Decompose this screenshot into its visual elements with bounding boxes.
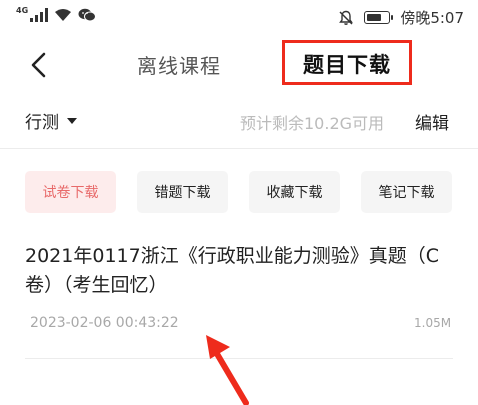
wechat-icon <box>78 8 97 22</box>
storage-info: 预计剩余10.2G可用 <box>240 114 385 133</box>
item-size: 1.05M <box>414 316 452 330</box>
status-right: 傍晚5:07 <box>338 7 464 28</box>
item-title[interactable]: 2021年0117浙江《行政职业能力测验》真题（C卷）（考生回忆） <box>25 242 455 300</box>
bell-off-icon <box>339 10 354 25</box>
chip-wrong-question-download[interactable]: 错题下载 <box>137 171 228 213</box>
annotation-arrow-icon <box>206 335 249 405</box>
chip-notes-download[interactable]: 笔记下载 <box>361 171 452 213</box>
tab-offline-courses[interactable]: 离线课程 <box>137 50 221 79</box>
item-date: 2023-02-06 00:43:22 <box>30 315 179 331</box>
network-type: 4G <box>16 5 29 15</box>
wifi-icon <box>55 9 72 21</box>
clock: 傍晚5:07 <box>400 9 464 27</box>
subject-toolbar: 行测 预计剩余10.2G可用 编辑 <box>0 100 478 140</box>
chip-paper-download[interactable]: 试卷下载 <box>25 171 116 213</box>
subject-label: 行测 <box>25 113 59 133</box>
status-bar: 4G 傍晚5:07 <box>0 0 478 34</box>
tab-question-download[interactable]: 题目下载 <box>303 49 391 79</box>
nav-bar: 离线课程 题目下载 <box>0 34 478 96</box>
caret-down-icon <box>67 117 77 124</box>
subject-dropdown[interactable]: 行测 <box>25 108 77 133</box>
divider <box>0 148 478 149</box>
chip-favorites-download[interactable]: 收藏下载 <box>249 171 340 213</box>
status-left: 4G <box>16 5 97 22</box>
back-icon[interactable] <box>26 50 52 80</box>
battery-icon <box>364 11 394 24</box>
edit-button[interactable]: 编辑 <box>415 109 449 134</box>
signal-icon <box>30 8 49 22</box>
